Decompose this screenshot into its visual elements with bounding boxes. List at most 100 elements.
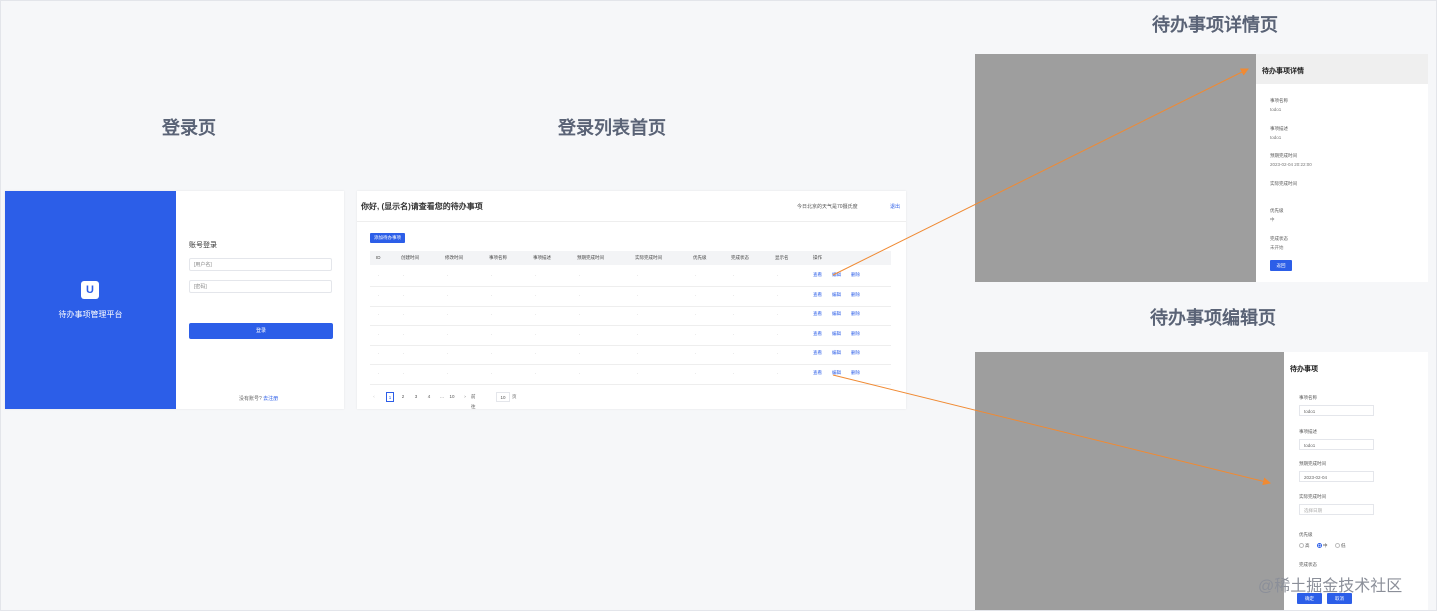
date-picker-input[interactable]: 选择日期	[1299, 504, 1374, 515]
table-cell: ·	[535, 331, 537, 337]
edit-button[interactable]: 编辑	[832, 292, 841, 298]
page-button[interactable]: 1	[386, 392, 394, 402]
table-cell: ·	[447, 273, 449, 278]
column-header: ID	[376, 255, 381, 260]
password-input[interactable]: [密码]	[189, 280, 332, 293]
page-button[interactable]: 4	[425, 392, 433, 402]
detail-field-value: 未开始	[1270, 244, 1284, 250]
page-button[interactable]: 2	[399, 392, 407, 402]
table-cell: ·	[491, 312, 493, 317]
detail-back-button[interactable]: 返回	[1270, 260, 1292, 271]
edit-button[interactable]: 编辑	[832, 370, 841, 376]
delete-button[interactable]: 删除	[851, 350, 860, 356]
detail-field-label: 事项名称	[1270, 98, 1288, 103]
edit-section-title: 待办事项编辑页	[1150, 308, 1276, 328]
priority-label: 优先级	[1299, 532, 1313, 537]
table-cell: ·	[378, 331, 380, 337]
detail-title: 待办事项详情	[1262, 68, 1304, 75]
edit-button[interactable]: 编辑	[832, 311, 841, 317]
table-cell: ·	[637, 273, 639, 278]
pager-ellipsis: ...	[440, 394, 444, 399]
table-cell: ·	[777, 292, 779, 298]
jump-input[interactable]: 10	[496, 392, 510, 402]
detail-section-title: 待办事项详情页	[1152, 15, 1278, 35]
table-cell: ·	[733, 312, 735, 317]
edit-button[interactable]: 编辑	[832, 350, 841, 356]
view-button[interactable]: 查看	[813, 370, 822, 376]
edit-text-input[interactable]: todo1	[1299, 439, 1374, 450]
page-button[interactable]: 3	[412, 392, 420, 402]
detail-drawer-header: 待办事项详情	[1256, 54, 1428, 84]
radio-circle-icon	[1299, 543, 1304, 549]
delete-button[interactable]: 删除	[851, 370, 860, 376]
column-header: 创建时间	[401, 255, 419, 260]
jump-unit: 页	[512, 394, 517, 399]
list-header: 你好, (显示名)请查看您的待办事项 今日北京的天气是70摄氏度 退出	[357, 191, 906, 222]
date-picker-input[interactable]: 2023-02-04	[1299, 471, 1374, 482]
column-header: 预期完成时间	[577, 255, 604, 260]
priority-option[interactable]: 中	[1317, 543, 1328, 549]
table-cell: ·	[403, 273, 405, 278]
register-link[interactable]: 去注册	[263, 396, 278, 402]
table-cell: ·	[403, 312, 405, 317]
radio-circle-icon	[1317, 543, 1322, 549]
username-input[interactable]: [用户名]	[189, 258, 332, 271]
table-cell: ·	[579, 351, 581, 356]
login-section-title: 登录页	[162, 118, 216, 138]
table-row: · · · · · · · · · · 查看 编辑 删除	[370, 306, 891, 326]
table-row: · · · · · · · · · · 查看 编辑 删除	[370, 326, 891, 346]
jump-label: 前往	[471, 394, 476, 409]
edit-button[interactable]: 编辑	[832, 331, 841, 337]
column-header: 事项描述	[533, 255, 551, 260]
table-cell: ·	[777, 312, 779, 317]
column-header: 优先级	[693, 255, 707, 260]
delete-button[interactable]: 删除	[851, 292, 860, 298]
view-button[interactable]: 查看	[813, 292, 822, 298]
view-button[interactable]: 查看	[813, 350, 822, 356]
edit-field-label: 实际完成时间	[1299, 494, 1326, 499]
edit-text-input[interactable]: todo1	[1299, 405, 1374, 416]
login-button[interactable]: 登录	[189, 323, 333, 339]
column-header: 操作	[813, 255, 822, 260]
delete-button[interactable]: 删除	[851, 311, 860, 317]
view-button[interactable]: 查看	[813, 311, 822, 317]
add-todo-button[interactable]: 添加待办事项	[370, 233, 405, 243]
page-button[interactable]: 10	[448, 392, 456, 402]
table-cell: ·	[378, 351, 380, 356]
table-cell: ·	[733, 331, 735, 337]
watermark: @稀土掘金技术社区	[1258, 578, 1403, 595]
table-cell: ·	[695, 292, 697, 298]
table-cell: ·	[491, 370, 493, 376]
table-cell: ·	[403, 370, 405, 376]
table-cell: ·	[579, 273, 581, 278]
detail-field-value: todo1	[1270, 134, 1282, 140]
table-cell: ·	[491, 351, 493, 356]
priority-option[interactable]: 高	[1299, 543, 1310, 549]
next-page-button[interactable]: ›	[461, 392, 469, 402]
app-logo-icon: U	[81, 281, 99, 299]
detail-field-label: 优先级	[1270, 208, 1284, 213]
column-header: 显示名	[775, 255, 789, 260]
edit-button[interactable]: 编辑	[832, 272, 841, 278]
view-button[interactable]: 查看	[813, 331, 822, 337]
view-button[interactable]: 查看	[813, 272, 822, 278]
register-prompt-text: 没有账号?	[239, 396, 262, 402]
table-cell: ·	[447, 370, 449, 376]
table-cell: ·	[637, 331, 639, 337]
prev-page-button[interactable]: ‹	[370, 392, 378, 402]
table-cell: ·	[733, 351, 735, 356]
table-cell: ·	[378, 370, 380, 376]
greeting-text: 你好, (显示名)请查看您的待办事项	[361, 202, 483, 211]
logout-link[interactable]: 退出	[890, 203, 900, 210]
priority-option-label: 中	[1323, 543, 1328, 548]
priority-option[interactable]: 低	[1335, 543, 1346, 549]
delete-button[interactable]: 删除	[851, 331, 860, 337]
delete-button[interactable]: 删除	[851, 272, 860, 278]
detail-field-label: 实际完成时间	[1270, 180, 1297, 186]
table-row: · · · · · · · · · · 查看 编辑 删除	[370, 345, 891, 365]
table-cell: ·	[637, 370, 639, 376]
table-cell: ·	[579, 312, 581, 317]
column-header: 完成状态	[731, 255, 749, 260]
table-cell: ·	[403, 292, 405, 298]
table-cell: ·	[733, 292, 735, 298]
